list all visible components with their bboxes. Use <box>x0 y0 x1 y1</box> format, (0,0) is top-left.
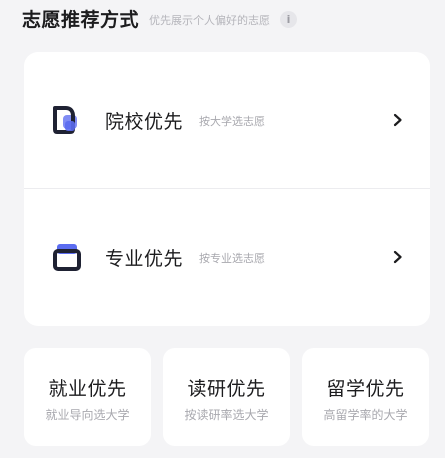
major-icon <box>50 240 84 274</box>
section-header: 志愿推荐方式 优先展示个人偏好的志愿 i <box>22 0 298 36</box>
section-title: 志愿推荐方式 <box>22 8 140 31</box>
card-employment-first[interactable]: 就业优先 就业导向选大学 <box>24 348 151 446</box>
option-major-first[interactable]: 专业优先 按专业选志愿 <box>24 189 430 325</box>
card-postgrad-first[interactable]: 读研优先 按读研率选大学 <box>163 348 290 446</box>
recommend-options-card: 院校优先 按大学选志愿 专业优先 按专业选志愿 <box>24 52 430 326</box>
option-label: 院校优先 <box>105 110 184 133</box>
card-description: 按读研率选大学 <box>184 408 269 422</box>
card-description: 高留学率的大学 <box>323 408 408 422</box>
card-title: 读研优先 <box>187 378 266 400</box>
option-description: 按大学选志愿 <box>199 115 266 128</box>
option-label: 专业优先 <box>105 247 184 270</box>
school-icon <box>50 103 84 137</box>
option-description: 按专业选志愿 <box>199 252 266 265</box>
card-title: 就业优先 <box>48 378 127 400</box>
option-school-first[interactable]: 院校优先 按大学选志愿 <box>24 52 430 188</box>
card-description: 就业导向选大学 <box>45 408 130 422</box>
section-subtitle: 优先展示个人偏好的志愿 <box>149 13 271 27</box>
card-title: 留学优先 <box>326 378 405 400</box>
card-study-abroad-first[interactable]: 留学优先 高留学率的大学 <box>302 348 429 446</box>
info-icon[interactable]: i <box>280 10 298 28</box>
chevron-right-icon <box>393 250 402 264</box>
chevron-right-icon <box>393 113 402 127</box>
